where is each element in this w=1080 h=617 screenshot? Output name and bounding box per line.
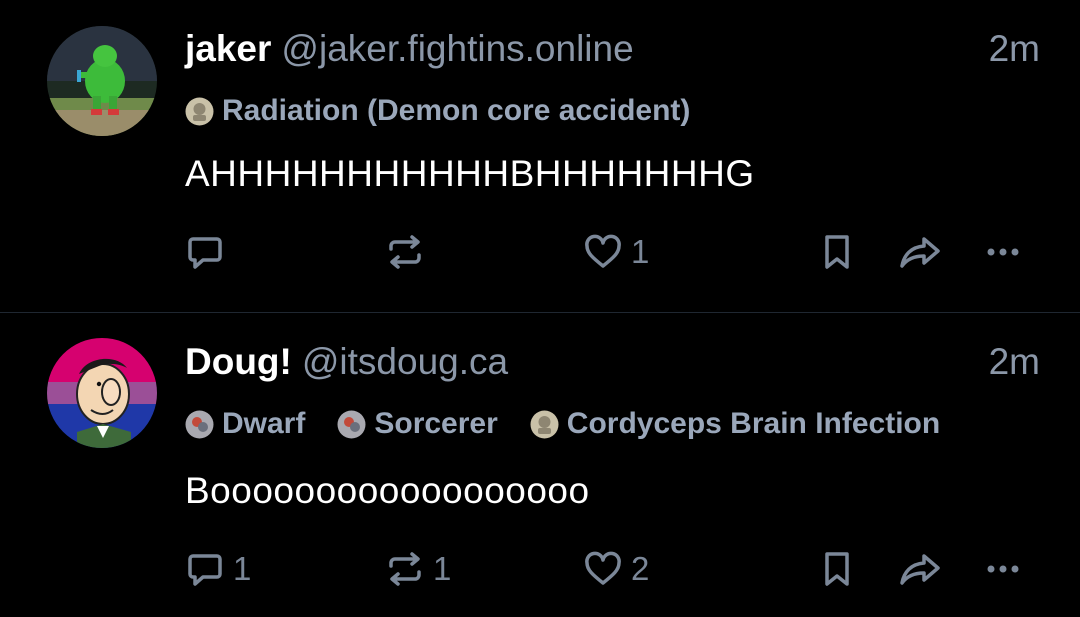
like-count: 2 (631, 550, 650, 587)
like-icon (585, 234, 621, 268)
reply-button[interactable] (185, 230, 233, 274)
repost-button[interactable] (385, 230, 433, 274)
reply-icon (188, 237, 222, 269)
feed: jaker @jaker.fightins.online 2m Radiation… (0, 0, 1080, 617)
label-chip[interactable]: Cordyceps Brain Infection (530, 407, 940, 441)
label-badge-icon (185, 97, 214, 126)
labels-row: Dwarf Sorcerer Cordyceps Brain Infection (185, 404, 972, 444)
more-icon (987, 565, 1019, 573)
post-actions: 1 (185, 230, 1035, 274)
share-icon (900, 237, 940, 268)
display-name[interactable]: Doug! (185, 341, 292, 382)
label-chip[interactable]: Dwarf (185, 407, 305, 441)
post[interactable]: Doug! @itsdoug.ca 2m Dwarf Sorcerer Cord… (0, 313, 1080, 617)
handle[interactable]: @itsdoug.ca (302, 341, 508, 382)
repost-count: 1 (433, 550, 452, 587)
reply-icon (188, 554, 222, 586)
share-button[interactable] (898, 547, 942, 591)
like-count: 1 (631, 233, 650, 270)
avatar[interactable] (47, 26, 157, 136)
repost-icon (389, 235, 421, 269)
bookmark-icon (825, 235, 849, 269)
like-button[interactable]: 2 (583, 547, 649, 591)
share-button[interactable] (898, 230, 942, 274)
label-text: Radiation (Demon core accident) (222, 94, 691, 127)
more-icon (987, 248, 1019, 256)
share-icon (900, 554, 940, 585)
label-chip[interactable]: Radiation (Demon core accident) (185, 94, 690, 128)
label-chip[interactable]: Sorcerer (337, 407, 498, 441)
post-header: jaker @jaker.fightins.online 2m (185, 28, 1040, 76)
label-badge-icon (185, 410, 214, 439)
timestamp[interactable]: 2m (989, 341, 1040, 383)
more-button[interactable] (983, 547, 1023, 591)
label-badge-icon (530, 410, 559, 439)
like-icon (585, 551, 621, 585)
labels-row: Radiation (Demon core accident) (185, 91, 722, 131)
post-text: Boooooooooooooooooo (185, 470, 590, 511)
bookmark-button[interactable] (817, 230, 857, 274)
post[interactable]: jaker @jaker.fightins.online 2m Radiation… (0, 0, 1080, 312)
label-text: Dwarf (222, 407, 306, 440)
repost-icon (389, 552, 421, 586)
reply-button[interactable]: 1 (185, 547, 251, 591)
more-button[interactable] (983, 230, 1023, 274)
label-text: Sorcerer (374, 407, 498, 440)
post-actions: 1 1 2 (185, 547, 1035, 591)
avatar[interactable] (47, 338, 157, 448)
label-text: Cordyceps Brain Infection (566, 407, 941, 440)
bookmark-button[interactable] (817, 547, 857, 591)
display-name[interactable]: jaker (185, 28, 271, 69)
repost-button[interactable]: 1 (385, 547, 451, 591)
post-header: Doug! @itsdoug.ca 2m (185, 341, 1040, 389)
timestamp[interactable]: 2m (989, 28, 1040, 70)
post-text: AHHHHHHHHHHHBHHHHHHHG (185, 153, 755, 194)
label-badge-icon (337, 410, 366, 439)
handle[interactable]: @jaker.fightins.online (281, 28, 633, 69)
bookmark-icon (825, 552, 849, 586)
reply-count: 1 (233, 550, 252, 587)
like-button[interactable]: 1 (583, 230, 649, 274)
